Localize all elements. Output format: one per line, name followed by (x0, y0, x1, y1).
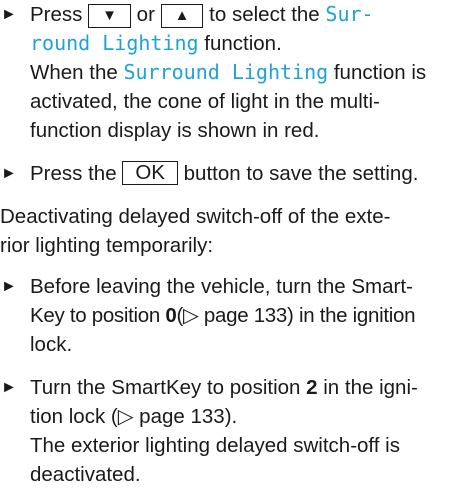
function-name: Surround Lighting (123, 60, 329, 84)
step-turn-key-position-0: ► Before leaving the vehicle, turn the S… (0, 272, 464, 359)
step-line: round Lighting function. (30, 31, 282, 55)
step-line: Before leaving the vehicle, turn the Sma… (30, 275, 413, 298)
result-line: deactivated. (30, 463, 141, 486)
step-save-setting: ► Press the OK button to save the settin… (0, 159, 464, 188)
step-line: Press ▼ or ▲ to select the Sur- (30, 2, 374, 28)
step-line: Key to position 0(▷ page 133) in the ign… (30, 304, 416, 327)
function-name: round Lighting (30, 31, 199, 55)
step-line: Turn the SmartKey to position 2 in the i… (30, 376, 418, 399)
down-key: ▼ (88, 4, 131, 28)
step-line: lock. (30, 333, 73, 356)
step-line: Press the OK button to save the setting. (30, 161, 419, 185)
bullet-arrow-icon: ► (1, 278, 17, 295)
key-position: 0 (165, 304, 177, 327)
result-line: activated, the cone of light in the mult… (30, 90, 380, 113)
key-position: 2 (306, 376, 318, 399)
step-line: tion lock (▷ page 133). (30, 405, 238, 428)
bullet-arrow-icon: ► (1, 379, 17, 396)
step-turn-key-position-2: ► Turn the SmartKey to position 2 in the… (0, 373, 464, 489)
page-reference: (▷ page 133) (176, 304, 294, 327)
result-line: function display is shown in red. (30, 119, 320, 142)
step-select-surround-lighting: ► Press ▼ or ▲ to select the Sur- round … (0, 0, 464, 145)
bullet-arrow-icon: ► (1, 165, 17, 182)
manual-page: ► Press ▼ or ▲ to select the Sur- round … (0, 0, 464, 489)
section-heading: Deactivating delayed switch-off of the e… (0, 205, 391, 257)
function-name: Sur- (325, 2, 374, 26)
up-key: ▲ (160, 4, 204, 28)
result-line: The exterior lighting delayed switch-off… (30, 434, 400, 457)
bullet-arrow-icon: ► (1, 6, 17, 23)
ok-key: OK (122, 161, 178, 185)
result-line: When the Surround Lighting function is (30, 60, 427, 84)
